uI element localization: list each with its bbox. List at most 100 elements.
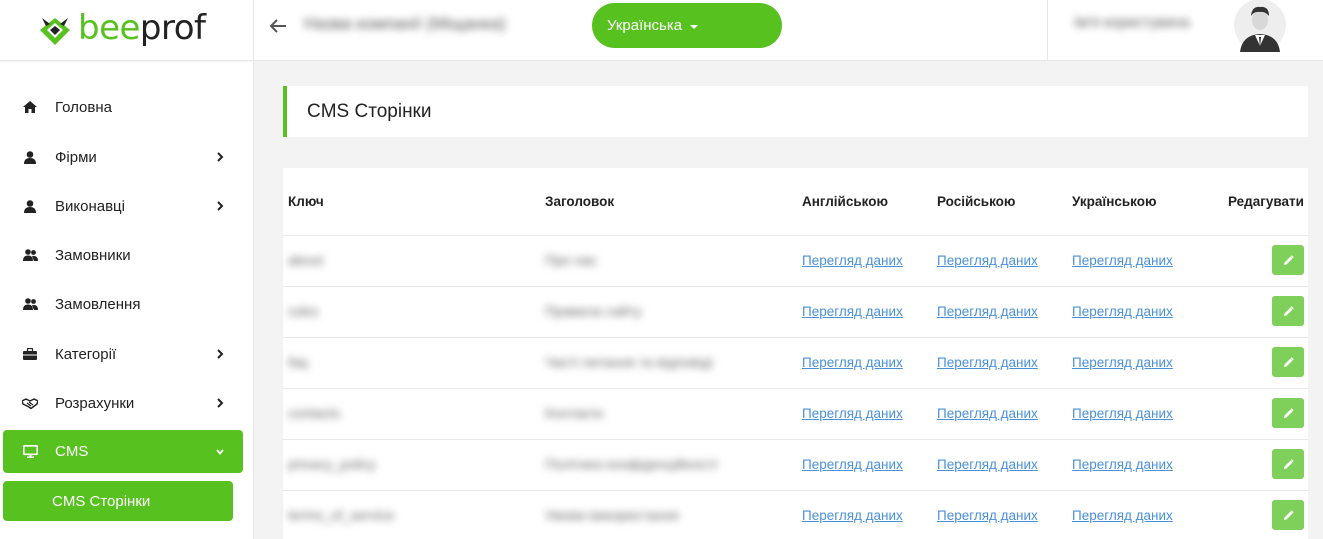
cell-key: about <box>288 252 324 268</box>
column-header-title: Заголовок <box>545 194 615 209</box>
view-data-link-ukrainian[interactable]: Перегляд даних <box>1072 355 1173 370</box>
sidebar-item-label: Фірми <box>55 148 97 166</box>
sidebar-subitem-cms-pages[interactable]: CMS Сторінки <box>3 481 233 521</box>
view-data-link-russian[interactable]: Перегляд даних <box>937 355 1038 370</box>
sidebar: Головна Фірми Виконавці Замовники Замовл… <box>0 62 254 539</box>
pencil-icon <box>1283 458 1294 469</box>
cell-title: Часті питання та відповіді <box>545 354 713 370</box>
language-label: Українська <box>607 17 683 34</box>
sidebar-item-payments[interactable]: Розрахунки <box>0 382 243 424</box>
logo[interactable]: beeprof <box>0 0 254 61</box>
user-name: Ім'я користувача <box>1074 14 1190 31</box>
table-row: privacy_policy Політика конфіденційності П… <box>283 439 1308 490</box>
sidebar-item-orders[interactable]: Замовлення <box>0 283 243 325</box>
users-icon <box>22 247 38 263</box>
cell-key: privacy_policy <box>288 456 376 472</box>
sidebar-item-customers[interactable]: Замовники <box>0 234 243 276</box>
page-title: CMS Сторінки <box>307 100 432 122</box>
view-data-link-ukrainian[interactable]: Перегляд даних <box>1072 508 1173 523</box>
view-data-link-russian[interactable]: Перегляд даних <box>937 253 1038 268</box>
language-dropdown[interactable]: Українська <box>592 3 782 48</box>
sidebar-item-firms[interactable]: Фірми <box>0 136 243 178</box>
pencil-icon <box>1283 356 1294 367</box>
view-data-link-ukrainian[interactable]: Перегляд даних <box>1072 406 1173 421</box>
column-header-edit: Редагувати <box>1228 194 1304 209</box>
view-data-link-ukrainian[interactable]: Перегляд даних <box>1072 457 1173 472</box>
table-row: contacts Контакти Перегляд даних Перегляд д… <box>283 388 1308 439</box>
view-data-link-russian[interactable]: Перегляд даних <box>937 304 1038 319</box>
column-header-key: Ключ <box>288 194 324 209</box>
sidebar-item-performers[interactable]: Виконавці <box>0 185 243 227</box>
view-data-link-russian[interactable]: Перегляд даних <box>937 457 1038 472</box>
sidebar-item-label: Виконавці <box>55 197 125 215</box>
beeprof-logo-icon <box>40 17 70 45</box>
cell-title: Про нас <box>545 252 598 268</box>
monitor-icon <box>22 444 38 460</box>
cell-title: Правила сайту <box>545 303 642 319</box>
pencil-icon <box>1283 305 1294 316</box>
view-data-link-english[interactable]: Перегляд даних <box>802 304 903 319</box>
back-arrow-icon[interactable] <box>266 14 290 38</box>
view-data-link-english[interactable]: Перегляд даних <box>802 253 903 268</box>
cell-title: Умови використання <box>545 507 679 523</box>
sidebar-item-categories[interactable]: Категорії <box>0 333 243 375</box>
edit-button[interactable] <box>1272 296 1304 326</box>
view-data-link-english[interactable]: Перегляд даних <box>802 508 903 523</box>
edit-button[interactable] <box>1272 500 1304 530</box>
cell-key: rules <box>288 303 319 319</box>
edit-button[interactable] <box>1272 398 1304 428</box>
table-row: rules Правила сайту Перегляд даних Перегляд… <box>283 286 1308 337</box>
company-name: Назва компанії (Міщанка) <box>304 14 506 33</box>
view-data-link-russian[interactable]: Перегляд даних <box>937 508 1038 523</box>
table-row: about Про нас Перегляд даних Перегляд даних… <box>283 235 1308 286</box>
edit-button[interactable] <box>1272 449 1304 479</box>
user-icon <box>22 198 38 214</box>
column-header-russian: Російською <box>937 194 1016 209</box>
sidebar-item-cms[interactable]: CMS <box>3 430 243 473</box>
avatar[interactable] <box>1232 0 1288 52</box>
sidebar-item-label: Замовники <box>55 246 131 264</box>
view-data-link-russian[interactable]: Перегляд даних <box>937 406 1038 421</box>
pencil-icon <box>1283 254 1294 265</box>
table-row: faq Часті питання та відповіді Перегляд да… <box>283 337 1308 388</box>
sidebar-item-label: CMS <box>55 443 89 460</box>
top-header: beeprof Назва компанії (Міщанка) Українс… <box>0 0 1323 61</box>
chevron-down-icon <box>216 448 224 455</box>
view-data-link-english[interactable]: Перегляд даних <box>802 406 903 421</box>
sidebar-item-label: Розрахунки <box>55 394 135 412</box>
view-data-link-english[interactable]: Перегляд даних <box>802 457 903 472</box>
handshake-icon <box>22 395 38 411</box>
view-data-link-ukrainian[interactable]: Перегляд даних <box>1072 304 1173 319</box>
user-icon <box>22 149 38 165</box>
edit-button[interactable] <box>1272 347 1304 377</box>
chevron-right-icon <box>217 349 224 359</box>
edit-button[interactable] <box>1272 245 1304 275</box>
cell-title: Контакти <box>545 405 604 421</box>
cell-key: contacts <box>288 405 341 421</box>
chevron-right-icon <box>217 152 224 162</box>
cms-pages-table: Ключ Заголовок Англійською Російською Ук… <box>283 168 1308 539</box>
table-row: terms_of_service Умови використання Перегл… <box>283 490 1308 539</box>
app: beeprof Назва компанії (Міщанка) Українс… <box>0 0 1323 539</box>
chevron-right-icon <box>217 201 224 211</box>
sidebar-item-label: Замовлення <box>55 295 141 313</box>
briefcase-icon <box>22 346 38 362</box>
pencil-icon <box>1283 509 1294 520</box>
column-header-english: Англійською <box>802 194 888 209</box>
chevron-right-icon <box>217 398 224 408</box>
cell-title: Політика конфіденційності <box>545 456 718 472</box>
pencil-icon <box>1283 407 1294 418</box>
page-title-box: CMS Сторінки <box>283 86 1308 137</box>
sidebar-item-label: Категорії <box>55 345 117 363</box>
logo-text: beeprof <box>78 7 206 48</box>
sidebar-subitem-label: CMS Сторінки <box>52 492 151 510</box>
cell-key: terms_of_service <box>288 507 395 523</box>
sidebar-item-label: Головна <box>55 98 112 116</box>
sidebar-item-home[interactable]: Головна <box>0 86 243 128</box>
cell-key: faq <box>288 354 308 370</box>
view-data-link-ukrainian[interactable]: Перегляд даних <box>1072 253 1173 268</box>
users-icon <box>22 296 38 312</box>
home-icon <box>22 99 38 115</box>
view-data-link-english[interactable]: Перегляд даних <box>802 355 903 370</box>
user-menu[interactable]: Ім'я користувача <box>1047 0 1323 61</box>
